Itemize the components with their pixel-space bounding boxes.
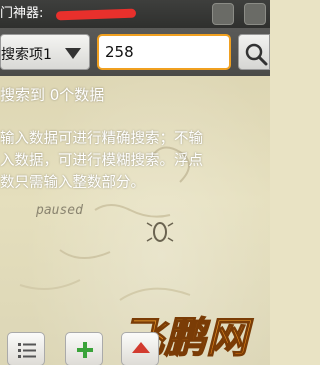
search-result-count: 搜索到 0个数据 — [0, 86, 105, 104]
search-value-input[interactable] — [97, 34, 231, 70]
app-title: 门神器: — [0, 6, 44, 21]
window-control-button[interactable] — [212, 3, 234, 25]
search-type-selected: 搜索项1 — [1, 47, 52, 63]
search-row: 搜索项1 — [0, 28, 270, 76]
list-icon — [18, 343, 36, 358]
redaction-scribble — [55, 8, 137, 21]
plus-icon — [77, 342, 93, 358]
add-button[interactable] — [65, 332, 103, 365]
wallpaper-doodle-text: paused — [36, 203, 83, 218]
up-arrow-icon — [132, 342, 150, 353]
bottom-toolbar — [0, 327, 270, 365]
search-button[interactable] — [238, 34, 270, 70]
search-help-text: 输入数据可进行精确搜索；不输 入数据，可进行模糊搜索。浮点 数只需输入整数部分。 — [0, 131, 203, 191]
search-icon — [245, 43, 268, 66]
dropdown-arrow-icon — [65, 48, 81, 59]
app-screen: paused 门神器: 搜索项1 搜索到 0个数据 输入数据可进行精确搜索；不输… — [0, 0, 270, 365]
window-control-button[interactable] — [244, 3, 266, 25]
list-button[interactable] — [7, 332, 45, 365]
title-bar: 门神器: — [0, 0, 270, 28]
search-type-dropdown[interactable]: 搜索项1 — [0, 34, 90, 70]
up-button[interactable] — [121, 332, 159, 365]
